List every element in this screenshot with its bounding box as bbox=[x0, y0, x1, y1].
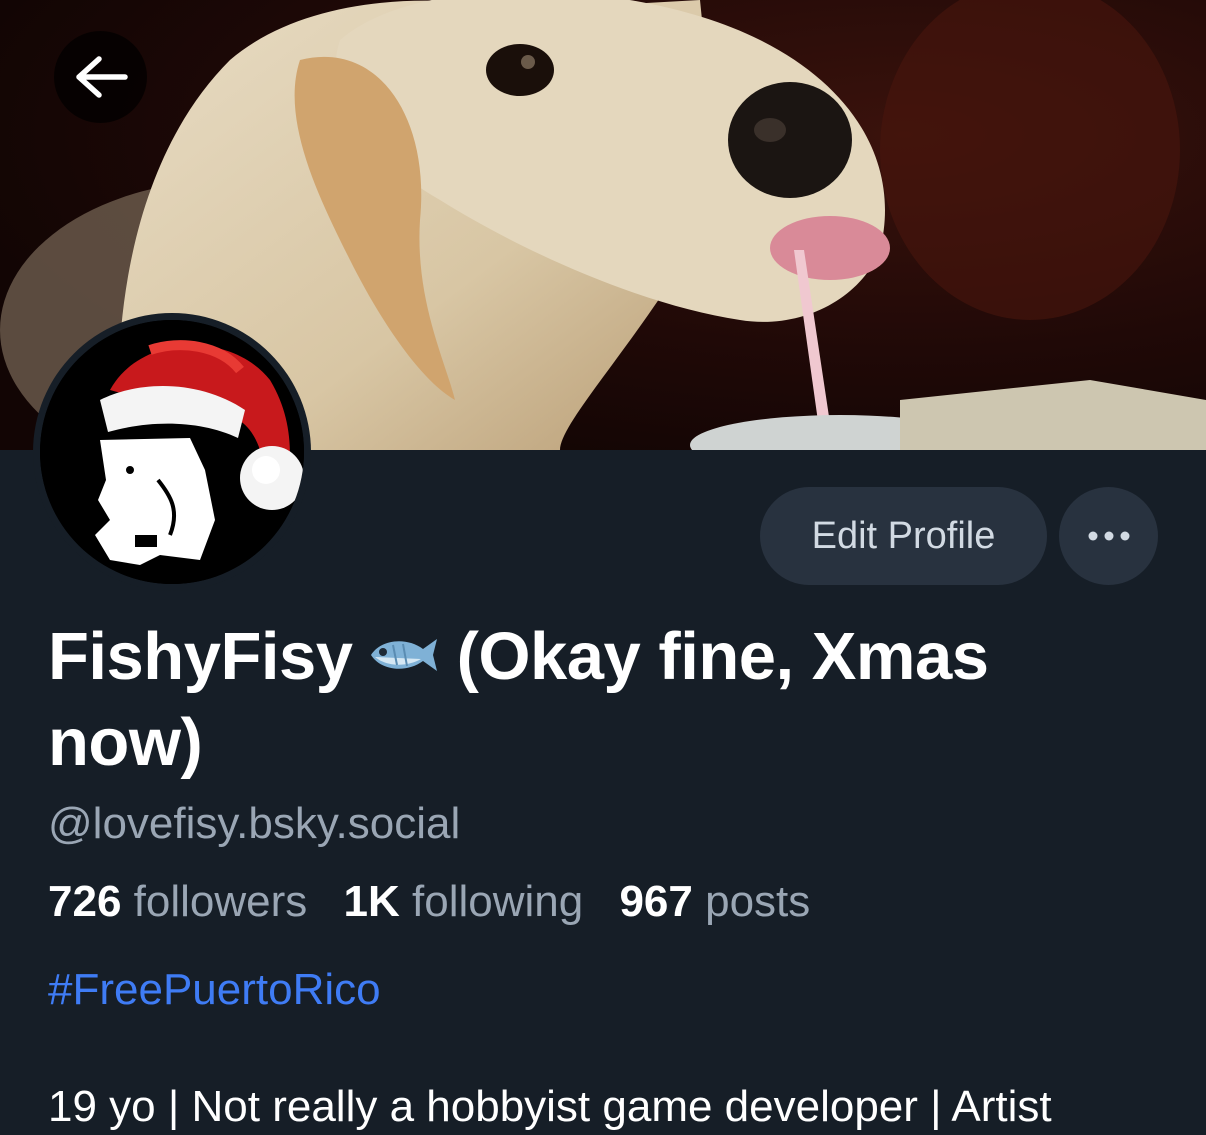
posts-count: 967 bbox=[619, 877, 693, 926]
posts-label: posts bbox=[705, 877, 811, 926]
arrow-left-icon bbox=[75, 56, 128, 98]
following-link[interactable]: 1K following bbox=[344, 877, 584, 926]
ellipsis-icon bbox=[1088, 531, 1129, 541]
following-label: following bbox=[412, 877, 584, 926]
avatar[interactable] bbox=[33, 313, 311, 591]
followers-count: 726 bbox=[48, 877, 122, 926]
following-count: 1K bbox=[343, 877, 400, 926]
edit-profile-label: Edit Profile bbox=[811, 514, 996, 557]
back-button[interactable] bbox=[54, 31, 147, 123]
profile-stats: 726 followers 1K following 967 posts bbox=[48, 874, 810, 930]
followers-link[interactable]: 726 followers bbox=[48, 877, 307, 926]
display-name: FishyFisy (Okay fine, Xmas now) bbox=[48, 614, 1158, 786]
display-name-part1: FishyFisy bbox=[48, 619, 353, 694]
fish-emoji bbox=[370, 639, 437, 672]
edit-profile-button[interactable]: Edit Profile bbox=[760, 487, 1047, 585]
followers-label: followers bbox=[133, 877, 308, 926]
bio-text: 19 yo | Not really a hobbyist game devel… bbox=[48, 1082, 1052, 1131]
posts-stat: 967 posts bbox=[619, 877, 810, 926]
hashtag-link[interactable]: #FreePuertoRico bbox=[48, 962, 381, 1018]
handle: @lovefisy.bsky.social bbox=[48, 799, 461, 848]
more-options-button[interactable] bbox=[1059, 487, 1158, 585]
avatar-image bbox=[40, 320, 304, 584]
